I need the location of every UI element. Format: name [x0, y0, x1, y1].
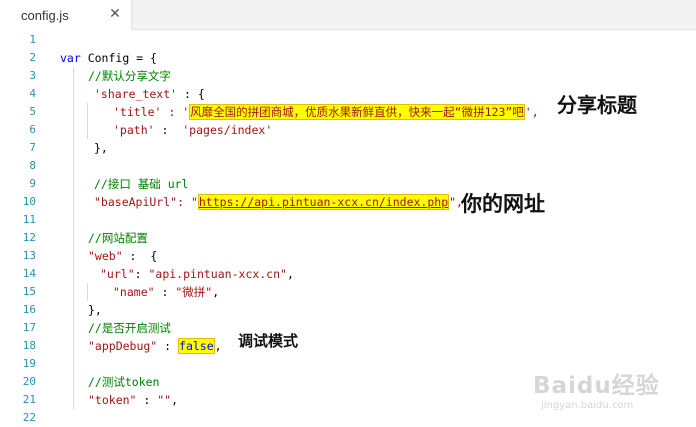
code-line: var Config = {	[60, 49, 157, 67]
code-text: :	[134, 267, 149, 281]
annotation-debug-mode: 调试模式	[238, 332, 299, 350]
code-comment: //测试token	[88, 375, 160, 389]
keyword: var	[60, 51, 81, 65]
code-text: : {	[177, 87, 205, 101]
string-key: "baseApiUrl"	[94, 195, 178, 209]
code-text: : '	[161, 105, 190, 119]
string-key: "token"	[88, 393, 137, 407]
watermark-sub: jingyan.baidu.com	[541, 400, 634, 411]
string-key: 'path'	[113, 123, 155, 137]
code-comment: //是否开启测试	[88, 321, 171, 335]
code-line: 'title' : '风靡全国的拼团商城，优质水果新鲜直供，快来一起“微拼123…	[113, 103, 539, 121]
tab-config-js[interactable]: config.js ✕	[0, 0, 132, 30]
code-text: :	[154, 285, 176, 299]
code-line: "name" : "微拼",	[113, 283, 219, 301]
code-text: Config = {	[80, 51, 157, 65]
string-value: ""	[157, 393, 172, 407]
string-value: 'pages/index'	[182, 123, 273, 137]
code-text: ,	[214, 339, 222, 353]
annotation-share-title: 分享标题	[557, 93, 637, 117]
string-value: "api.pintuan-xcx.cn"	[148, 267, 287, 281]
highlighted-title-value: 风靡全国的拼团商城，优质水果新鲜直供，快来一起“微拼123”吧	[189, 104, 525, 120]
string-key: 'title'	[113, 105, 162, 119]
highlighted-url-value[interactable]: https://api.pintuan-xcx.cn/index.php	[197, 194, 450, 210]
annotation-your-url: 你的网址	[461, 192, 545, 216]
code-comment: //接口 基础 url	[94, 177, 189, 191]
code-line: "web" : {	[88, 247, 157, 265]
code-line: "baseApiUrl": "https://api.pintuan-xcx.c…	[94, 193, 463, 211]
code-text: ,	[286, 267, 294, 281]
code-text: ,	[212, 285, 220, 299]
code-line: "appDebug" : false,	[88, 337, 222, 355]
code-text: :	[154, 123, 183, 137]
code-text: },	[94, 141, 108, 155]
code-line: "url": "api.pintuan-xcx.cn",	[100, 265, 294, 283]
code-line: 'path' : 'pages/index'	[113, 121, 272, 139]
code-comment: //默认分享文字	[88, 69, 171, 83]
code-text: :	[157, 339, 179, 353]
watermark-logo: Baidu经验 jingyan.baidu.com	[533, 366, 660, 411]
close-icon[interactable]: ✕	[108, 7, 122, 21]
code-text: ,	[171, 393, 179, 407]
tab-filename: config.js	[21, 7, 69, 23]
string-value: "微拼"	[175, 285, 213, 299]
string-key: "web"	[88, 249, 123, 263]
tab-bar: config.js ✕	[0, 0, 696, 30]
code-text: : {	[122, 249, 158, 263]
code-line: "token" : "",	[88, 391, 178, 409]
code-comment: //网站配置	[88, 231, 148, 245]
string-key: 'share_text'	[94, 87, 178, 101]
watermark-main: Baidu经验	[533, 373, 660, 399]
code-text: :	[136, 393, 158, 407]
string-key: "appDebug"	[88, 339, 158, 353]
string-key: "url"	[100, 267, 135, 281]
code-text: ',	[524, 105, 539, 119]
code-text: },	[88, 303, 102, 317]
code-line: 'share_text' : {	[94, 85, 205, 103]
highlighted-debug-value: false	[178, 338, 215, 354]
code-text: : "	[177, 195, 198, 209]
string-key: "name"	[113, 285, 155, 299]
